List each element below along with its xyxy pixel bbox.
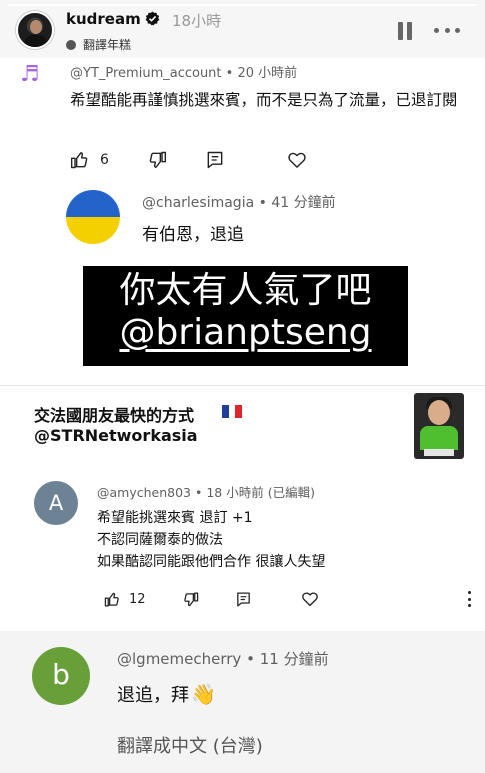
translate-row[interactable]: 翻譯年糕 (66, 36, 131, 53)
comment2-time: 41 分鐘前 (271, 195, 336, 211)
avatar-face (30, 20, 42, 34)
comment3-line: 如果酷認同能跟他們合作 很讓人失望 (97, 554, 326, 570)
comment3-handle[interactable]: @amychen803 (97, 485, 191, 500)
comment4-text: 退追，拜 👋 (117, 681, 216, 707)
comment4-body: 退追，拜 (117, 685, 189, 706)
video-thumbnail[interactable] (414, 393, 464, 459)
meta-separator: • (195, 485, 207, 500)
avatar[interactable]: A (34, 481, 78, 525)
heart-button[interactable] (301, 590, 319, 608)
like-button[interactable]: 12 (104, 591, 146, 608)
reply-button[interactable] (205, 150, 225, 170)
more-options-icon[interactable] (434, 28, 460, 34)
comment2-handle[interactable]: @charlesimagia (142, 195, 254, 211)
comment4-meta: @lgmemecherry • 11 分鐘前 (117, 648, 329, 669)
translate-link[interactable]: 翻譯成中文 (台灣) (117, 732, 263, 758)
story-progress-bar (8, 4, 477, 6)
translate-icon (66, 39, 76, 50)
story-time: 18小時 (172, 12, 222, 30)
reply-icon (207, 151, 223, 169)
dislike-button[interactable] (147, 150, 167, 170)
comment2-meta: @charlesimagia • 41 分鐘前 (142, 192, 336, 212)
comment3-time: 18 小時前 (已編輯) (206, 485, 315, 500)
video-title[interactable]: 交法國朋友最快的方式 (34, 402, 194, 426)
music-note-icon: ♬ (20, 62, 40, 87)
channel-handle[interactable]: @STRNetworkasia (34, 426, 198, 445)
comment1-actions: 6 (70, 150, 307, 170)
waving-hand-icon: 👋 (191, 682, 216, 706)
verified-badge-icon (145, 11, 160, 26)
comment3-text: 希望能挑選來賓 退訂 +1 不認同薩爾泰的做法 如果酷認同能跟他們合作 很讓人失… (97, 507, 325, 573)
comment4-time: 11 分鐘前 (259, 650, 329, 668)
comment1-text: 希望酷能再謹慎挑選來賓，而不是只為了流量，已退訂閱 (70, 91, 458, 109)
caption-line1: 你太有人氣了吧 (119, 270, 372, 311)
story-header: kudream 18小時 翻譯年糕 (0, 0, 485, 58)
kebab-menu-icon[interactable] (468, 591, 472, 607)
comment4-handle[interactable]: @lgmemecherry (117, 650, 241, 668)
dislike-button[interactable] (182, 591, 199, 608)
comment3-meta: @amychen803 • 18 小時前 (已編輯) (97, 482, 315, 501)
comment1-meta: @YT_Premium_account • 20 小時前 (70, 62, 297, 81)
heart-button[interactable] (287, 150, 307, 170)
thumbs-up-icon (104, 592, 119, 607)
thumbs-down-icon (149, 151, 166, 168)
ukraine-flag-avatar[interactable] (66, 190, 120, 244)
thumbs-down-icon (183, 591, 198, 606)
story-username[interactable]: kudream (66, 10, 141, 28)
avatar-body (24, 35, 48, 47)
comment2-text: 有伯恩，退追 (142, 225, 244, 245)
translate-label: 翻譯年糕 (83, 38, 132, 52)
pause-icon[interactable] (398, 22, 412, 40)
comment1-time: 20 小時前 (237, 66, 298, 81)
thumbs-up-icon (70, 152, 88, 169)
caption-mention[interactable]: @brianptseng (83, 311, 408, 355)
heart-icon (301, 592, 318, 607)
like-button[interactable]: 6 (70, 150, 109, 170)
france-flag-icon (222, 405, 243, 418)
like-count: 6 (100, 152, 109, 168)
reply-button[interactable] (235, 591, 252, 608)
meta-separator: • (258, 195, 272, 211)
meta-separator: • (246, 650, 260, 668)
story-caption: 你太有人氣了吧 @brianptseng (83, 266, 408, 366)
comment3-line: 不認同薩爾泰的做法 (97, 532, 223, 548)
meta-separator: • (225, 66, 238, 81)
reply-icon (236, 591, 250, 607)
heart-icon (288, 152, 306, 168)
avatar[interactable] (16, 11, 54, 49)
comment3-actions: 12 (104, 590, 319, 608)
like-count: 12 (129, 591, 146, 607)
comment1-handle[interactable]: @YT_Premium_account (70, 66, 222, 81)
story-progress-fill (8, 4, 477, 6)
comment3-line: 希望能挑選來賓 退訂 +1 (97, 510, 253, 526)
avatar[interactable]: b (32, 647, 90, 705)
